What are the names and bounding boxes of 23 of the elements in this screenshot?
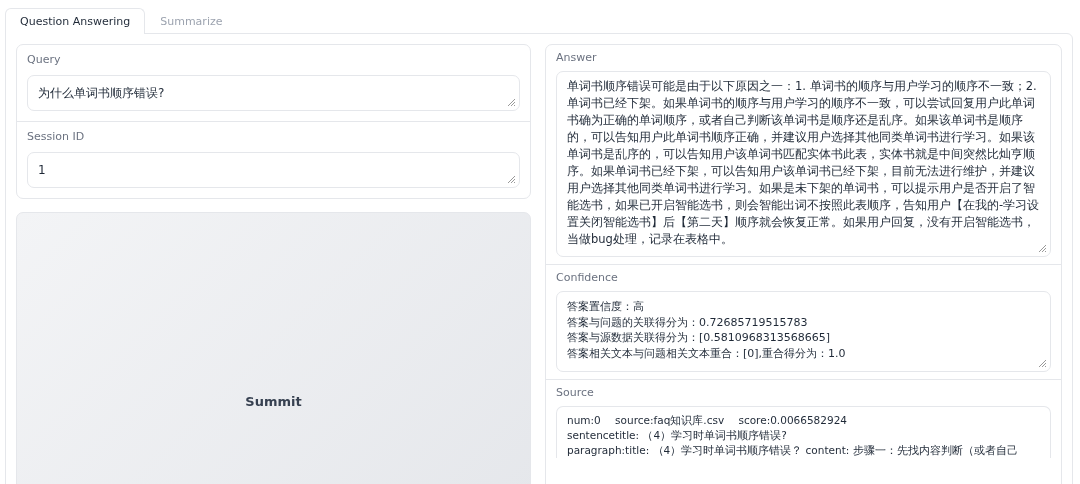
- confidence-field[interactable]: 答案置信度：高 答案与问题的关联得分为：0.72685719515783 答案与源数据关联得分为：[0.5810968313568665] 答案相关文本与问题相关文本重合：[0],重合得分为：1.0: [556, 291, 1051, 372]
- source-line: paragraph:title: （4）学习时单词书顺序错误？ content: 步骤一：先找内容判断（或者自己: [567, 443, 1018, 458]
- source-line: num:0 source:faq知识库.csv score:0.0066582924: [567, 413, 847, 428]
- answer-field[interactable]: 单词书顺序错误可能是由于以下原因之一：1. 单词书的顺序与用户学习的顺序不一致；2. 单词书已经下架。如果单词书的顺序与用户学习的顺序不一致，可以尝试回复用户此单词书确为正确的单词顺序，或者自己判断该单词书是顺序还是乱序。如果该单词书是顺序的，可以告知用户此单词书顺序正确，并建议用户选择其他同类单词书进行学习。如果该单词书是乱序的，可以告知用户该单词书匹配实体书此表，实体书就是中间突然比灿亨顺序。如果单词书已经下架，可以告知用户该单词书已经下架，目前无法进行维护，并建议用户选择其他同类单词书进行学习。如果是未下架的单词书，可以提示用户是否开启了智能选书，如果已开启智能选书，则会智能出词不按照此表顺序，告知用户【在我的-学习设置关闭智能选书】后【第二天】顺序就会恢复正常。如果用户回复，没有开启智能选书，当做bug处理，记录在表格中。: [556, 71, 1051, 257]
- field-label: Confidence: [556, 271, 618, 284]
- confidence-line: 答案相关文本与问题相关文本重合：[0],重合得分为：1.0: [567, 345, 846, 361]
- confidence-line: 答案与源数据关联得分为：[0.5810968313568665]: [567, 330, 831, 346]
- confidence-line: 答案置信度：高: [567, 299, 644, 315]
- field-label: Session ID: [27, 130, 85, 143]
- session-id-field[interactable]: 1: [27, 152, 520, 188]
- confidence-line: 答案与问题的关联得分为：0.72685719515783: [567, 314, 808, 330]
- query-field[interactable]: 为什么单词书顺序错误?: [27, 75, 520, 111]
- resize-handle-icon[interactable]: [507, 175, 516, 184]
- submit-button[interactable]: Summit: [16, 212, 531, 484]
- source-field[interactable]: num:0 source:faq知识库.csv score:0.0066582924 sentencetitle: （4）学习时单词书顺序错误? paragraph:title: （4）学习时单词书顺序错误？ content: 步骤一：先找内容判断（或者自己: [556, 406, 1051, 458]
- field-label: Query: [27, 53, 61, 66]
- resize-handle-icon[interactable]: [1038, 359, 1047, 368]
- source-line: sentencetitle: （4）学习时单词书顺序错误?: [567, 428, 787, 443]
- tab[interactable]: Question Answering: [5, 8, 146, 34]
- field-label: Answer: [556, 51, 597, 64]
- field-label: Source: [556, 386, 594, 399]
- resize-handle-icon[interactable]: [1038, 244, 1047, 253]
- resize-handle-icon[interactable]: [507, 98, 516, 107]
